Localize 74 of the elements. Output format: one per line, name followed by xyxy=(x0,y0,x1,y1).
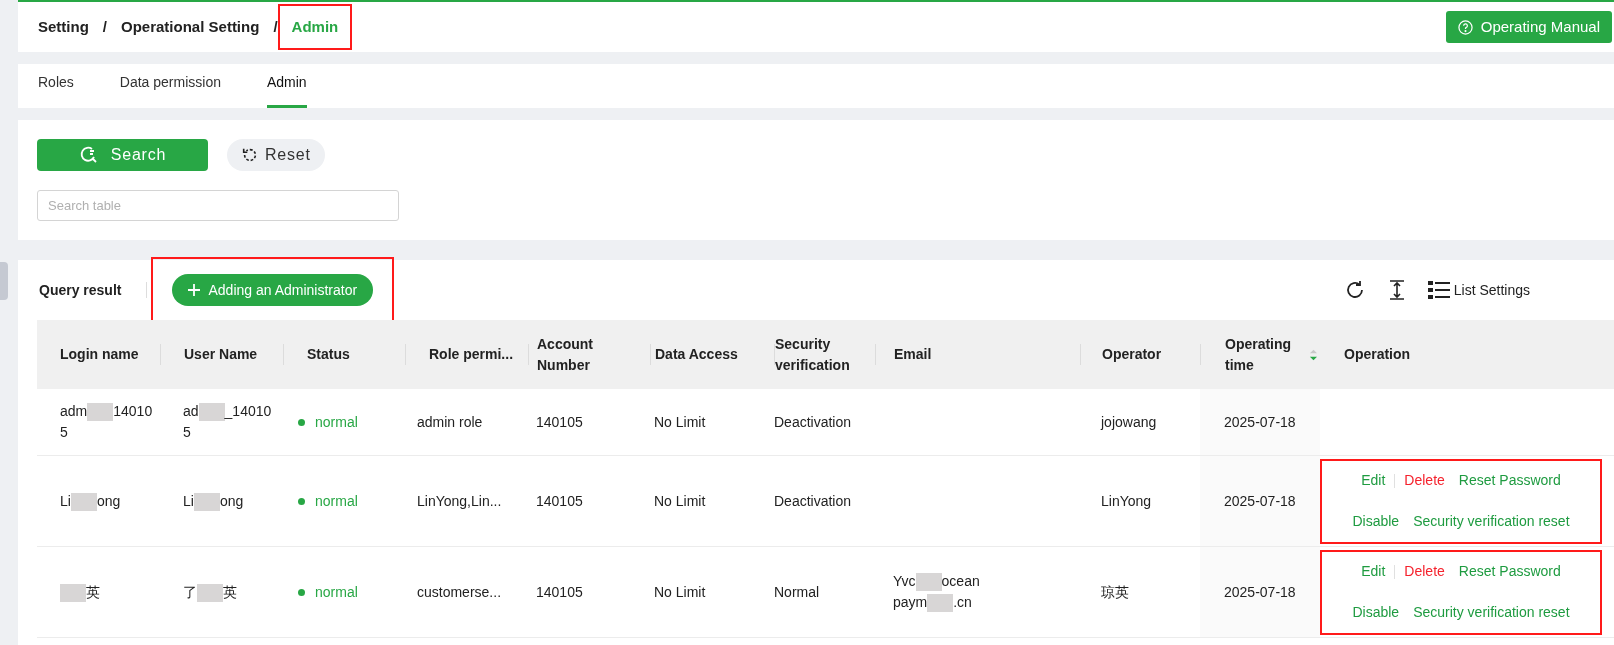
email-text: .cn xyxy=(953,594,972,610)
operator-text: jojowang xyxy=(1101,412,1157,432)
operator-text: LinYong xyxy=(1101,491,1152,511)
role-text: admin role xyxy=(417,412,483,432)
column-header: Operator xyxy=(1102,345,1162,364)
user-name: ad xyxy=(183,403,199,419)
user-name: ong xyxy=(219,492,244,509)
account-number: 140105 xyxy=(536,412,583,432)
email-text: ocean xyxy=(941,573,980,589)
status-text: normal xyxy=(315,582,358,602)
tab[interactable]: Roles xyxy=(38,72,74,108)
security-text: Deactivation xyxy=(774,412,852,432)
security-text: Deactivation xyxy=(774,491,852,511)
user-name: 英 xyxy=(223,583,237,600)
user-name: Li xyxy=(183,492,194,509)
operating-time: 2025-07-18 xyxy=(1224,412,1296,432)
email-text: paym xyxy=(893,594,928,610)
reset-button[interactable]: Reset xyxy=(227,139,325,171)
column-header[interactable]: Operating time xyxy=(1225,333,1306,376)
breadcrumb-item: Admin xyxy=(277,3,353,51)
add-administrator-button[interactable]: Adding an Administrator xyxy=(172,274,374,306)
action-link[interactable]: Security verification reset xyxy=(1406,602,1577,623)
login-name: 14010 xyxy=(113,403,153,419)
operating-manual-button[interactable]: Operating Manual xyxy=(1445,11,1612,43)
list-settings-button[interactable]: List Settings xyxy=(1427,279,1530,301)
column-header: Status xyxy=(307,345,350,364)
data-access-text: No Limit xyxy=(654,491,706,511)
action-link[interactable]: Disable xyxy=(1345,602,1407,623)
result-title: Query result xyxy=(39,280,122,300)
user-name: _14010 xyxy=(224,403,272,419)
breadcrumb-separator: / xyxy=(102,16,107,37)
action-link[interactable]: Edit xyxy=(1354,470,1393,491)
email-text: Yvc xyxy=(893,573,916,589)
column-header: Role permi... xyxy=(429,345,514,364)
account-number: 140105 xyxy=(536,491,583,511)
breadcrumb-separator: / xyxy=(273,16,278,37)
status-text: normal xyxy=(315,412,358,432)
login-name: ong xyxy=(96,492,121,509)
action-link[interactable]: Edit xyxy=(1354,561,1393,582)
breadcrumb-item[interactable]: Operational Setting xyxy=(121,15,260,39)
action-link[interactable]: Reset Password xyxy=(1451,470,1568,491)
action-link[interactable]: Delete xyxy=(1397,470,1452,491)
tab[interactable]: Data permission xyxy=(119,72,221,108)
column-header: Email xyxy=(894,345,932,364)
role-text: LinYong,Lin... xyxy=(417,491,502,511)
action-link[interactable]: Delete xyxy=(1397,561,1452,582)
role-text: customerse... xyxy=(417,582,502,602)
data-access-text: No Limit xyxy=(654,582,706,602)
column-header: Login name xyxy=(60,345,139,364)
operating-time: 2025-07-18 xyxy=(1224,582,1296,602)
column-header: User Name xyxy=(184,345,258,364)
search-field[interactable]: Search table xyxy=(37,190,399,221)
login-name: Li xyxy=(60,492,71,509)
user-name: 了 xyxy=(183,583,197,600)
security-text: Normal xyxy=(774,582,820,602)
login-name: 英 xyxy=(86,583,100,600)
column-header: Data Access xyxy=(655,345,738,364)
login-name: adm xyxy=(60,403,88,419)
user-name: 5 xyxy=(183,424,191,440)
login-name: 5 xyxy=(60,424,68,440)
column-header: Account Number xyxy=(537,334,594,375)
account-number: 140105 xyxy=(536,582,583,602)
operating-time: 2025-07-18 xyxy=(1224,491,1296,511)
action-link[interactable]: Reset Password xyxy=(1451,561,1568,582)
search-button[interactable]: Search xyxy=(37,139,208,171)
action-link[interactable]: Disable xyxy=(1345,511,1407,532)
tab[interactable]: Admin xyxy=(266,72,307,108)
status-text: normal xyxy=(315,491,358,511)
column-header: Security verification xyxy=(775,334,851,375)
breadcrumb-item[interactable]: Setting xyxy=(38,15,89,39)
action-link[interactable]: Security verification reset xyxy=(1406,511,1577,532)
data-access-text: No Limit xyxy=(654,412,706,432)
column-header: Operation xyxy=(1344,345,1411,364)
operator-text: 琼英 xyxy=(1101,582,1129,602)
